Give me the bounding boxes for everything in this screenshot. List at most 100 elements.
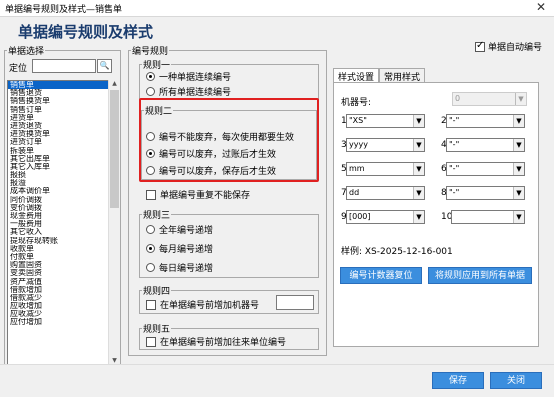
doc-list-item[interactable]: 应收增加	[8, 302, 114, 310]
machine-prefix-input[interactable]	[276, 295, 314, 310]
locate-input[interactable]	[32, 59, 96, 73]
doc-list-item[interactable]: 进货换货单	[8, 130, 114, 138]
machine-select[interactable]: 0 ▼	[452, 92, 527, 106]
radio-icon[interactable]	[146, 132, 155, 141]
doc-list-item[interactable]: 变价调拨	[8, 204, 114, 212]
chevron-down-icon[interactable]: ▼	[413, 211, 424, 223]
style-field-select[interactable]: "-" ▼	[446, 162, 525, 176]
radio-icon[interactable]	[146, 149, 155, 158]
doc-list-item[interactable]: 销售退货	[8, 89, 114, 97]
doc-list-item[interactable]: 收款单	[8, 245, 114, 253]
apply-all-button[interactable]: 将规则应用到所有单据	[428, 267, 532, 284]
chevron-down-icon[interactable]: ▼	[413, 187, 424, 199]
no-duplicate-label: 单据编号重复不能保存	[160, 191, 251, 201]
doc-list-item[interactable]: 进货退货	[8, 122, 114, 130]
doc-list-item[interactable]: 付款单	[8, 253, 114, 261]
chevron-down-icon[interactable]: ▼	[513, 163, 524, 175]
rule2-option-1[interactable]: 编号可以废弃，过账后才生效	[146, 147, 276, 160]
scroll-thumb[interactable]	[110, 90, 119, 208]
rule1-option-0[interactable]: 一种单据连续编号	[146, 70, 231, 83]
doc-list-item[interactable]: 一般费用	[8, 220, 114, 228]
no-duplicate-checkbox[interactable]: 单据编号重复不能保存	[146, 188, 250, 201]
radio-icon[interactable]	[146, 244, 155, 253]
style-field-select[interactable]: yyyy ▼	[346, 138, 425, 152]
rule3-option-0[interactable]: 全年编号递增	[146, 223, 213, 236]
rule4-legend: 规则四	[143, 287, 171, 297]
checkbox-icon[interactable]	[146, 299, 156, 310]
chevron-down-icon[interactable]: ▼	[413, 163, 424, 175]
rule1-option-1[interactable]: 所有单据连续编号	[146, 85, 231, 98]
style-field-select[interactable]: dd ▼	[346, 186, 425, 200]
doc-list-item[interactable]: 销售订单	[8, 106, 114, 114]
doc-list-item[interactable]: 进货订单	[8, 138, 114, 146]
doc-list-item[interactable]: 借款增加	[8, 286, 114, 294]
radio-icon[interactable]	[146, 166, 155, 175]
style-field-select[interactable]: "-" ▼	[446, 114, 525, 128]
doc-list-item[interactable]: 成本调价单	[8, 187, 114, 195]
style-field-select[interactable]: ▼	[451, 210, 525, 224]
chevron-down-icon[interactable]: ▼	[413, 115, 424, 127]
doc-list-item[interactable]: 购置固资	[8, 261, 114, 269]
auto-number-check-icon[interactable]	[475, 40, 485, 52]
doc-list-item[interactable]: 销售单	[8, 81, 114, 90]
doc-list[interactable]: 销售单 销售退货 销售换货单 销售订单 进货单 进货退货 进货换货单 进货订单 拆装单 其它出库单…	[7, 80, 115, 366]
rule5-label: 在单据编号前增加往来单位编号	[160, 338, 287, 348]
chevron-down-icon[interactable]: ▼	[413, 139, 424, 151]
close-icon[interactable]: ✕	[536, 0, 546, 14]
rule5-legend: 规则五	[143, 325, 171, 335]
checkbox-icon[interactable]	[146, 189, 156, 200]
title-bar: 单据编号规则及样式—销售单 ✕	[0, 0, 554, 17]
doc-list-item[interactable]: 资产减值	[8, 278, 114, 286]
doc-list-item[interactable]: 应收减少	[8, 310, 114, 318]
auto-number-checkbox[interactable]: 单据自动编号	[475, 40, 542, 53]
rule4-checkbox[interactable]: 在单据编号前增加机器号	[146, 298, 259, 311]
doc-select-legend: 单据选择	[8, 47, 45, 57]
reset-counter-button[interactable]: 编号计数器复位	[340, 267, 422, 284]
doc-list-scrollbar[interactable]: ▲ ▼	[108, 80, 119, 366]
doc-list-item[interactable]: 借款减少	[8, 294, 114, 302]
chevron-down-icon[interactable]: ▼	[513, 115, 524, 127]
doc-list-item[interactable]: 同价调拨	[8, 196, 114, 204]
chevron-down-icon[interactable]: ▼	[513, 211, 524, 223]
doc-list-item[interactable]: 其它出库单	[8, 155, 114, 163]
rule2-option-0[interactable]: 编号不能废弃，每次使用都要生效	[146, 130, 294, 143]
doc-list-item[interactable]: 报损	[8, 171, 114, 179]
doc-list-item[interactable]: 拆装单	[8, 147, 114, 155]
style-field-select[interactable]: mm ▼	[346, 162, 425, 176]
rule2-option-2[interactable]: 编号可以废弃，保存后才生效	[146, 164, 276, 177]
doc-list-item[interactable]: 现金费用	[8, 212, 114, 220]
rule1-option-0-label: 一种单据连续编号	[159, 73, 232, 83]
save-button[interactable]: 保存	[432, 372, 484, 389]
style-field-select[interactable]: [000] ▼	[346, 210, 425, 224]
machine-value: 0	[455, 94, 461, 103]
style-field-value: yyyy	[349, 140, 368, 149]
scroll-up-icon[interactable]: ▲	[110, 80, 119, 89]
chevron-down-icon[interactable]: ▼	[513, 139, 524, 151]
close-button[interactable]: 关闭	[490, 372, 542, 389]
checkbox-icon[interactable]	[146, 336, 156, 347]
search-icon[interactable]: 🔍	[97, 59, 112, 73]
doc-list-item[interactable]: 进货单	[8, 114, 114, 122]
rule3-option-2[interactable]: 每日编号递增	[146, 261, 213, 274]
doc-list-item[interactable]: 变卖固资	[8, 269, 114, 277]
radio-icon[interactable]	[146, 263, 155, 272]
radio-icon[interactable]	[146, 225, 155, 234]
chevron-down-icon[interactable]: ▼	[515, 93, 526, 105]
style-field-select[interactable]: "-" ▼	[446, 186, 525, 200]
rule5-checkbox[interactable]: 在单据编号前增加往来单位编号	[146, 335, 286, 348]
chevron-down-icon[interactable]: ▼	[513, 187, 524, 199]
rule3-option-1[interactable]: 每月编号递增	[146, 242, 213, 255]
doc-list-item[interactable]: 报溢	[8, 179, 114, 187]
rule3-option-1-label: 每月编号递增	[159, 245, 214, 255]
radio-icon[interactable]	[146, 72, 155, 81]
doc-list-item[interactable]: 其它收入	[8, 228, 114, 236]
style-field-select[interactable]: "-" ▼	[446, 138, 525, 152]
rule2-option-2-label: 编号可以废弃，保存后才生效	[159, 167, 277, 177]
doc-list-item[interactable]: 应付增加	[8, 318, 114, 326]
doc-list-item[interactable]: 提现存现转账	[8, 237, 114, 245]
doc-list-item[interactable]: 销售换货单	[8, 97, 114, 105]
style-field-select[interactable]: "XS" ▼	[346, 114, 425, 128]
radio-icon[interactable]	[146, 87, 155, 96]
page-title: 单据编号规则及样式	[18, 23, 154, 41]
doc-list-item[interactable]: 其它入库单	[8, 163, 114, 171]
